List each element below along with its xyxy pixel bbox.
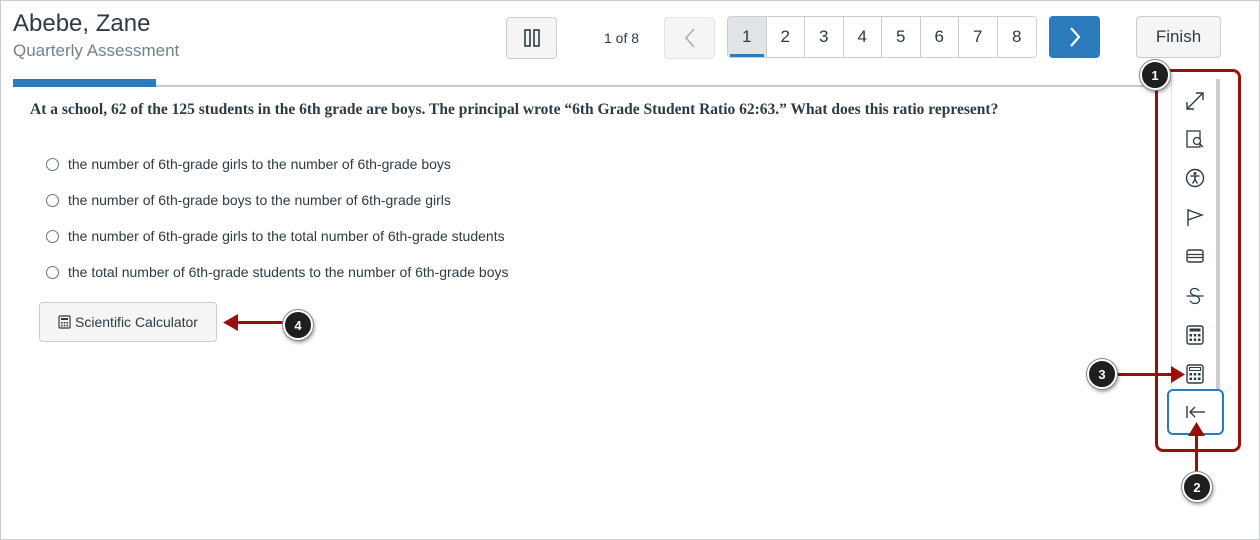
- progress-bar: [13, 79, 156, 87]
- previous-button[interactable]: [664, 17, 715, 59]
- answer-option[interactable]: the number of 6th-grade boys to the numb…: [46, 182, 509, 218]
- chevron-right-icon: [1069, 27, 1080, 47]
- page-button-4[interactable]: 4: [843, 17, 882, 57]
- pause-button[interactable]: [506, 17, 557, 59]
- callout-arrow-3: [1117, 373, 1179, 376]
- answer-options: the number of 6th-grade girls to the num…: [46, 146, 509, 290]
- arrowhead-left-icon: [223, 314, 238, 331]
- page-button-2[interactable]: 2: [766, 17, 805, 57]
- callout-4: 4: [283, 310, 313, 340]
- next-button[interactable]: [1049, 16, 1100, 58]
- student-name: Abebe, Zane: [13, 10, 151, 37]
- radio-button[interactable]: [46, 193, 59, 207]
- answer-option[interactable]: the total number of 6th-grade students t…: [46, 254, 509, 290]
- callout-arrow-2: [1195, 434, 1198, 476]
- page-button-5[interactable]: 5: [882, 17, 921, 57]
- arrowhead-right-icon: [1171, 366, 1185, 383]
- arrowhead-up-icon: [1188, 422, 1205, 436]
- scientific-calculator-label: Scientific Calculator: [75, 314, 198, 330]
- question-counter: 1 of 8: [604, 30, 640, 46]
- page-button-3[interactable]: 3: [805, 17, 844, 57]
- answer-option-label: the number of 6th-grade girls to the tot…: [68, 228, 505, 244]
- callout-arrow-4: [236, 321, 286, 324]
- answer-option-label: the total number of 6th-grade students t…: [68, 264, 509, 280]
- page-button-1[interactable]: 1: [728, 17, 767, 57]
- question-text: At a school, 62 of the 125 students in t…: [30, 101, 999, 118]
- scientific-calculator-button[interactable]: Scientific Calculator: [39, 302, 217, 342]
- page-button-6[interactable]: 6: [920, 17, 959, 57]
- answer-option-label: the number of 6th-grade girls to the num…: [68, 156, 451, 172]
- callout-3: 3: [1087, 359, 1117, 389]
- page-navigation: 1 2 3 4 5 6 7 8: [727, 16, 1037, 58]
- radio-button[interactable]: [46, 265, 59, 279]
- answer-option-label: the number of 6th-grade boys to the numb…: [68, 192, 451, 208]
- pause-icon: [523, 29, 540, 47]
- tools-highlight-box: [1155, 69, 1241, 452]
- page-button-7[interactable]: 7: [959, 17, 998, 57]
- callout-2: 2: [1182, 472, 1212, 502]
- chevron-left-icon: [684, 28, 695, 48]
- radio-button[interactable]: [46, 229, 59, 243]
- progress-track: [13, 85, 1160, 87]
- calculator-icon: [58, 315, 71, 329]
- page-button-8[interactable]: 8: [997, 17, 1036, 57]
- finish-button[interactable]: Finish: [1136, 16, 1221, 58]
- answer-option[interactable]: the number of 6th-grade girls to the num…: [46, 146, 509, 182]
- answer-option[interactable]: the number of 6th-grade girls to the tot…: [46, 218, 509, 254]
- radio-button[interactable]: [46, 157, 59, 171]
- callout-1: 1: [1140, 60, 1170, 90]
- assessment-title: Quarterly Assessment: [13, 41, 180, 60]
